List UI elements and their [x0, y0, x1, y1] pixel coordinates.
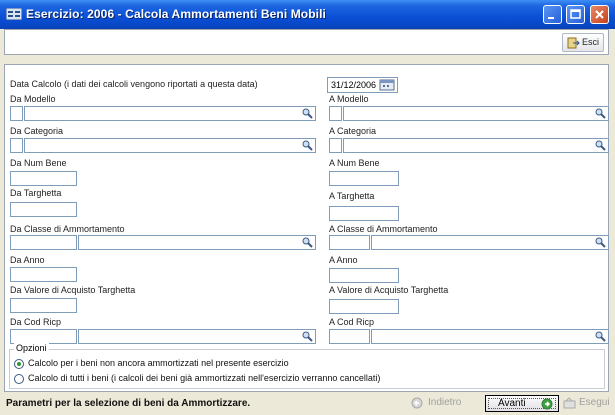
app-icon: [6, 8, 22, 20]
a-categoria-input[interactable]: [343, 138, 609, 153]
da-modello-code-input[interactable]: [10, 106, 23, 121]
next-arrow-icon: [541, 398, 553, 410]
options-legend: Opzioni: [14, 343, 49, 353]
back-button[interactable]: Indietro: [401, 395, 475, 412]
data-calcolo-label: Data Calcolo (i dati dei calcoli vengono…: [10, 79, 258, 89]
exit-button[interactable]: Esci: [562, 33, 604, 52]
a-cod-ricp-label: A Cod Ricp: [329, 317, 375, 327]
a-modello-label: A Modello: [329, 94, 369, 104]
back-label: Indietro: [428, 397, 462, 408]
exit-door-icon: [567, 37, 580, 49]
status-message: Parametri per la selezione di beni da Am…: [6, 398, 251, 409]
data-calcolo-field[interactable]: 31/12/2006: [327, 77, 398, 93]
a-anno-label: A Anno: [329, 255, 358, 265]
da-classe-input[interactable]: [78, 235, 316, 250]
da-categoria-input[interactable]: [24, 138, 316, 153]
maximize-button[interactable]: [566, 5, 585, 24]
a-categoria-label: A Categoria: [329, 126, 377, 136]
exit-label: Esci: [582, 37, 600, 47]
option2-radio[interactable]: [14, 374, 24, 384]
da-num-bene-label: Da Num Bene: [10, 158, 67, 168]
da-modello-input[interactable]: [24, 106, 316, 121]
da-anno-label: Da Anno: [10, 255, 45, 265]
a-classe-code-input[interactable]: [329, 235, 370, 250]
minimize-button[interactable]: [543, 5, 562, 24]
window-title: Esercizio: 2006 - Calcola Ammortamenti B…: [26, 7, 326, 21]
da-classe-code-input[interactable]: [10, 235, 77, 250]
da-classe-label: Da Classe di Ammortamento: [10, 224, 125, 234]
da-modello-label: Da Modello: [10, 94, 56, 104]
lookup-icon[interactable]: [595, 140, 606, 151]
a-num-bene-label: A Num Bene: [329, 158, 380, 168]
run-icon: [563, 397, 576, 409]
lookup-icon[interactable]: [595, 331, 606, 342]
da-num-bene-input[interactable]: [10, 171, 77, 186]
da-categoria-code-input[interactable]: [10, 138, 23, 153]
a-cod-ricp-input[interactable]: [371, 329, 609, 344]
da-categoria-label: Da Categoria: [10, 126, 64, 136]
a-modello-input[interactable]: [343, 106, 609, 121]
data-calcolo-value: 31/12/2006: [331, 80, 377, 90]
option1-label[interactable]: Calcolo per i beni non ancora ammortizza…: [28, 358, 289, 368]
da-valore-label: Da Valore di Acquisto Targhetta: [10, 285, 136, 295]
a-modello-code-input[interactable]: [329, 106, 342, 121]
lookup-icon[interactable]: [302, 140, 313, 151]
da-targhetta-label: Da Targhetta: [10, 188, 62, 198]
a-valore-input[interactable]: [329, 299, 399, 314]
run-button[interactable]: Esegui: [563, 395, 610, 412]
next-label: Avanti: [498, 398, 526, 409]
close-button[interactable]: [590, 5, 609, 24]
a-anno-input[interactable]: [329, 268, 399, 283]
lookup-icon[interactable]: [302, 331, 313, 342]
lookup-icon[interactable]: [302, 237, 313, 248]
a-num-bene-input[interactable]: [329, 171, 399, 186]
options-group: Opzioni Calcolo per i beni non ancora am…: [9, 343, 605, 389]
parameters-panel: Data Calcolo (i dati dei calcoli vengono…: [4, 64, 609, 392]
lookup-icon[interactable]: [595, 237, 606, 248]
maximize-icon: [570, 9, 581, 19]
next-button[interactable]: Avanti: [485, 395, 559, 412]
da-targhetta-input[interactable]: [10, 202, 77, 217]
da-cod-ricp-input[interactable]: [78, 329, 316, 344]
calendar-icon[interactable]: [379, 79, 395, 91]
window: Esercizio: 2006 - Calcola Ammortamenti B…: [0, 0, 615, 415]
lookup-icon[interactable]: [302, 108, 313, 119]
a-classe-label: A Classe di Ammortamento: [329, 224, 438, 234]
toolbar: Esci: [4, 29, 609, 55]
option1-radio[interactable]: [14, 359, 24, 369]
a-targhetta-input[interactable]: [329, 206, 399, 221]
a-classe-input[interactable]: [371, 235, 609, 250]
da-valore-input[interactable]: [10, 298, 77, 313]
a-targhetta-label: A Targhetta: [329, 191, 375, 201]
option2-label[interactable]: Calcolo di tutti i beni (i calcoli dei b…: [28, 373, 380, 383]
a-categoria-code-input[interactable]: [329, 138, 342, 153]
da-cod-ricp-code-input[interactable]: [10, 329, 77, 344]
back-arrow-icon: [411, 397, 423, 409]
da-anno-input[interactable]: [10, 267, 77, 282]
title-bar[interactable]: Esercizio: 2006 - Calcola Ammortamenti B…: [0, 0, 615, 29]
a-cod-ricp-code-input[interactable]: [329, 329, 370, 344]
run-label: Esegui: [579, 397, 610, 408]
da-cod-ricp-label: Da Cod Ricp: [10, 317, 62, 327]
close-icon: [595, 10, 604, 19]
a-valore-label: A Valore di Acquisto Targhetta: [329, 285, 449, 295]
minimize-icon: [548, 17, 554, 19]
lookup-icon[interactable]: [595, 108, 606, 119]
status-bar: Parametri per la selezione di beni da Am…: [4, 394, 610, 413]
